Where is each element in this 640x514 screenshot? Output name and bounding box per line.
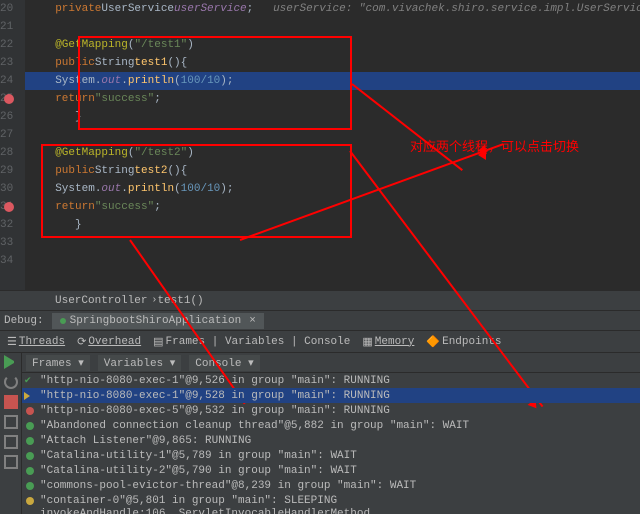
console-dropdown[interactable]: Console ▾ bbox=[189, 355, 259, 371]
status-dot-icon bbox=[26, 482, 34, 490]
line-number: 20 bbox=[0, 0, 25, 18]
endpoints-tab[interactable]: 🔶 Endpoints bbox=[423, 335, 504, 349]
line-number: 23 bbox=[0, 54, 25, 72]
mute-breakpoints-icon[interactable] bbox=[4, 435, 18, 449]
status-dot-icon bbox=[26, 467, 34, 475]
stack-frame[interactable]: invokeAndHandle:106, ServletInvocableHan… bbox=[22, 508, 640, 514]
status-dot-icon bbox=[26, 437, 34, 445]
status-dot-icon bbox=[26, 407, 34, 415]
line-number: 34 bbox=[0, 252, 25, 270]
debug-config-tab[interactable]: SpringbootShiroApplication × bbox=[52, 313, 264, 329]
line-number: 33 bbox=[0, 234, 25, 252]
run-status-icon bbox=[60, 318, 66, 324]
thread-row[interactable]: "http-nio-8080-exec-5"@9,532 in group "m… bbox=[22, 403, 640, 418]
stop-icon[interactable] bbox=[4, 395, 18, 409]
status-dot-icon bbox=[26, 497, 34, 505]
threads-tab[interactable]: ☰ Threads bbox=[4, 335, 68, 349]
thread-label: "container-0"@5,801 in group "main": SLE… bbox=[40, 495, 337, 507]
thread-row[interactable]: "commons-pool-evictor-thread"@8,239 in g… bbox=[22, 478, 640, 493]
line-number: 27 bbox=[0, 126, 25, 144]
thread-label: "commons-pool-evictor-thread"@8,239 in g… bbox=[40, 480, 416, 492]
thread-label: "Catalina-utility-1"@5,789 in group "mai… bbox=[40, 450, 357, 462]
debug-label: Debug: bbox=[4, 315, 44, 327]
line-number: 26 bbox=[0, 108, 25, 126]
play-icon bbox=[24, 392, 30, 400]
thread-row[interactable]: "Attach Listener"@9,865: RUNNING bbox=[22, 433, 640, 448]
memory-tab[interactable]: ▦ Memory bbox=[359, 335, 417, 349]
code-area[interactable]: private UserService userService; userSer… bbox=[25, 0, 640, 290]
line-number-breakpoint[interactable]: 31 bbox=[0, 198, 25, 216]
line-number: 24 bbox=[0, 72, 25, 90]
thread-label: "http-nio-8080-exec-5"@9,532 in group "m… bbox=[40, 405, 390, 417]
check-icon: ✔ bbox=[24, 376, 32, 386]
line-number: 28 bbox=[0, 144, 25, 162]
frames-tab[interactable]: ▤ Frames | Variables | Console bbox=[150, 335, 353, 349]
line-number: 21 bbox=[0, 18, 25, 36]
line-number: 32 bbox=[0, 216, 25, 234]
thread-row[interactable]: "Abandoned connection cleanup thread"@5,… bbox=[22, 418, 640, 433]
line-number: 22 bbox=[0, 36, 25, 54]
debug-toolbar: ☰ Threads ⟳ Overhead ▤ Frames | Variable… bbox=[0, 331, 640, 353]
restart-icon[interactable] bbox=[4, 375, 18, 389]
breadcrumb-class[interactable]: UserController bbox=[55, 295, 147, 307]
breadcrumb[interactable]: UserController › test1() bbox=[0, 290, 640, 310]
frame-header: Frames ▾ Variables ▾ Console ▾ bbox=[22, 353, 640, 373]
line-gutter: 20 21 22 23 24 25 26 27 28 29 30 31 32 3… bbox=[0, 0, 25, 290]
settings-icon[interactable] bbox=[4, 455, 18, 469]
debug-panel: Debug: SpringbootShiroApplication × ☰ Th… bbox=[0, 310, 640, 513]
close-icon[interactable]: × bbox=[249, 315, 256, 327]
line-number-breakpoint[interactable]: 25 bbox=[0, 90, 25, 108]
thread-label: "http-nio-8080-exec-1"@9,526 in group "m… bbox=[40, 375, 390, 387]
resume-icon[interactable] bbox=[4, 355, 18, 369]
breadcrumb-method[interactable]: test1() bbox=[157, 295, 203, 307]
frames-dropdown[interactable]: Frames ▾ bbox=[26, 355, 90, 371]
line-number: 30 bbox=[0, 180, 25, 198]
editor-area: 20 21 22 23 24 25 26 27 28 29 30 31 32 3… bbox=[0, 0, 640, 290]
thread-label: "http-nio-8080-exec-1"@9,528 in group "m… bbox=[40, 390, 390, 402]
variables-dropdown[interactable]: Variables ▾ bbox=[98, 355, 182, 371]
thread-row[interactable]: ✔ "http-nio-8080-exec-1"@9,526 in group "… bbox=[22, 373, 640, 388]
thread-list: Frames ▾ Variables ▾ Console ▾ ✔ "http-ni… bbox=[22, 353, 640, 514]
thread-row[interactable]: "Catalina-utility-1"@5,789 in group "mai… bbox=[22, 448, 640, 463]
thread-label: "Catalina-utility-2"@5,790 in group "mai… bbox=[40, 465, 357, 477]
thread-row[interactable]: "http-nio-8080-exec-1"@9,528 in group "m… bbox=[22, 388, 640, 403]
thread-row[interactable]: "container-0"@5,801 in group "main": SLE… bbox=[22, 493, 640, 508]
thread-label: "Abandoned connection cleanup thread"@5,… bbox=[40, 420, 469, 432]
thread-row[interactable]: "Catalina-utility-2"@5,790 in group "mai… bbox=[22, 463, 640, 478]
line-number: 29 bbox=[0, 162, 25, 180]
debug-header: Debug: SpringbootShiroApplication × bbox=[0, 311, 640, 331]
debug-action-bar bbox=[0, 353, 22, 514]
thread-label: "Attach Listener"@9,865: RUNNING bbox=[40, 435, 251, 447]
view-breakpoints-icon[interactable] bbox=[4, 415, 18, 429]
threads-area: Frames ▾ Variables ▾ Console ▾ ✔ "http-ni… bbox=[0, 353, 640, 514]
overhead-tab[interactable]: ⟳ Overhead bbox=[74, 335, 144, 349]
status-dot-icon bbox=[26, 422, 34, 430]
status-dot-icon bbox=[26, 452, 34, 460]
